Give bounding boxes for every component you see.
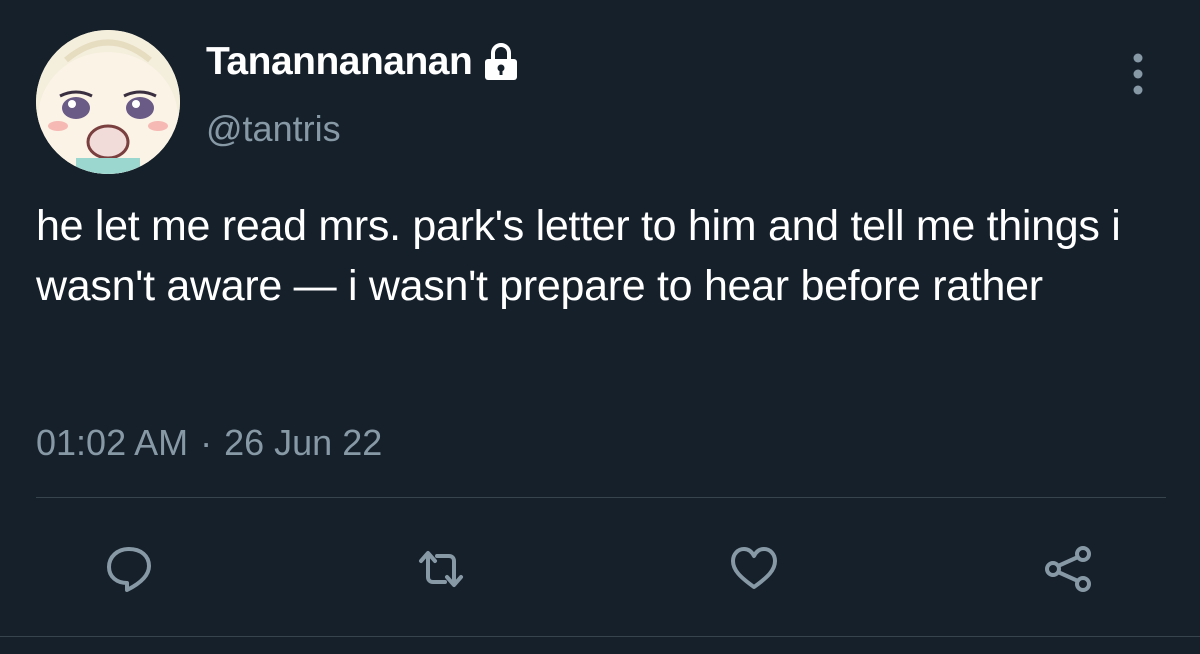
tweet-time: 01:02 AM: [36, 422, 189, 463]
avatar-illustration: [36, 30, 180, 174]
share-icon: [1045, 546, 1091, 592]
retweet-icon: [419, 551, 463, 587]
tweet-card: Tanannananan @tantris he let me read mrs…: [0, 0, 1200, 654]
divider: [36, 497, 1166, 498]
user-handle[interactable]: @tantris: [206, 108, 341, 150]
more-options-icon[interactable]: [1126, 52, 1150, 96]
display-name[interactable]: Tanannananan: [206, 40, 473, 84]
user-name-row: Tanannananan: [206, 40, 520, 84]
avatar[interactable]: [36, 30, 180, 174]
reply-icon: [107, 547, 151, 592]
like-button[interactable]: [724, 542, 784, 596]
like-icon: [731, 547, 777, 589]
tweet-date: 26 Jun 22: [224, 422, 383, 463]
lock-icon: [482, 42, 520, 82]
divider: [0, 636, 1200, 637]
reply-button[interactable]: [99, 542, 159, 596]
tweet-timestamp[interactable]: 01:02 AM · 26 Jun 22: [36, 422, 382, 464]
tweet-text: he let me read mrs. park's letter to him…: [36, 202, 1121, 310]
share-button[interactable]: [1038, 542, 1098, 596]
retweet-button[interactable]: [411, 542, 471, 596]
timestamp-separator: ·: [200, 422, 213, 463]
